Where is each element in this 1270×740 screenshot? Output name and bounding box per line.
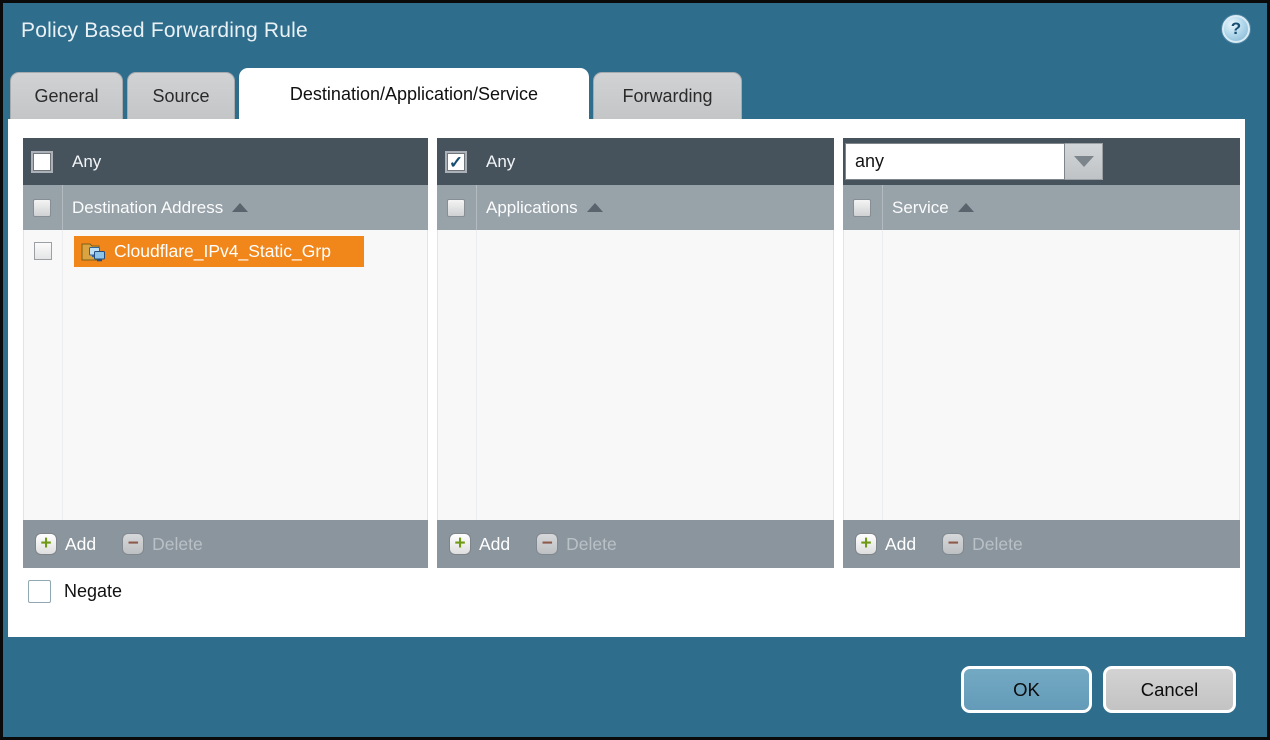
applications-select-all-checkbox[interactable] <box>447 199 465 217</box>
add-button[interactable]: + Add <box>35 533 96 555</box>
destination-address-header-row: Destination Address <box>23 185 428 230</box>
service-header-row: Service <box>843 185 1240 230</box>
sort-ascending-icon <box>958 203 974 212</box>
destination-address-list: Cloudflare_IPv4_Static_Grp <box>23 230 428 520</box>
negate-label: Negate <box>64 581 122 602</box>
row-checkbox[interactable] <box>34 242 52 260</box>
tab-forwarding[interactable]: Forwarding <box>593 72 742 119</box>
service-dropdown-button[interactable] <box>1065 143 1103 180</box>
applications-column-header[interactable]: Applications <box>486 198 578 218</box>
applications-toolbar: + Add − Delete <box>437 520 834 568</box>
service-column-header[interactable]: Service <box>892 198 949 218</box>
applications-column: ✓ Any Applications + Add − Delete <box>437 138 834 568</box>
address-group-icon <box>81 241 107 263</box>
add-button[interactable]: + Add <box>449 533 510 555</box>
chevron-down-icon <box>1074 156 1094 167</box>
service-toolbar: + Add − Delete <box>843 520 1240 568</box>
selected-address-group[interactable]: Cloudflare_IPv4_Static_Grp <box>74 236 364 267</box>
destination-address-column-header[interactable]: Destination Address <box>72 198 223 218</box>
destination-select-all-checkbox[interactable] <box>33 199 51 217</box>
dialog-title: Policy Based Forwarding Rule <box>21 19 308 43</box>
applications-any-label: Any <box>486 152 515 172</box>
applications-any-bar: ✓ Any <box>437 138 834 185</box>
service-list <box>843 230 1240 520</box>
destination-address-column: Any Destination Address <box>23 138 428 568</box>
add-icon: + <box>35 533 57 555</box>
delete-icon: − <box>536 533 558 555</box>
tab-source[interactable]: Source <box>127 72 235 119</box>
header-divider <box>882 185 883 230</box>
destination-any-bar: Any <box>23 138 428 185</box>
sort-ascending-icon <box>232 203 248 212</box>
table-row: Cloudflare_IPv4_Static_Grp <box>24 236 427 267</box>
destination-any-label: Any <box>72 152 101 172</box>
delete-button[interactable]: − Delete <box>942 533 1023 555</box>
service-column: any Service + Add <box>843 138 1240 568</box>
applications-list <box>437 230 834 520</box>
header-divider <box>62 185 63 230</box>
delete-button[interactable]: − Delete <box>122 533 203 555</box>
sort-ascending-icon <box>587 203 603 212</box>
cancel-button[interactable]: Cancel <box>1103 666 1236 713</box>
pbf-rule-dialog: Policy Based Forwarding Rule ? General S… <box>0 0 1270 740</box>
tab-destination-application-service[interactable]: Destination/Application/Service <box>239 68 589 119</box>
delete-icon: − <box>122 533 144 555</box>
negate-option: Negate <box>28 580 122 603</box>
tab-bar: General Source Destination/Application/S… <box>10 68 742 119</box>
help-icon[interactable]: ? <box>1222 15 1250 43</box>
tab-general[interactable]: General <box>10 72 123 119</box>
add-icon: + <box>855 533 877 555</box>
ok-button[interactable]: OK <box>961 666 1092 713</box>
column-divider <box>62 230 63 520</box>
negate-checkbox[interactable] <box>28 580 51 603</box>
delete-button[interactable]: − Delete <box>536 533 617 555</box>
service-select-all-checkbox[interactable] <box>853 199 871 217</box>
header-divider <box>476 185 477 230</box>
destination-any-checkbox[interactable] <box>33 153 51 171</box>
address-group-name: Cloudflare_IPv4_Static_Grp <box>114 241 331 262</box>
applications-any-checkbox[interactable]: ✓ <box>447 153 465 171</box>
service-dropdown: any <box>845 143 1103 180</box>
applications-header-row: Applications <box>437 185 834 230</box>
destination-address-toolbar: + Add − Delete <box>23 520 428 568</box>
service-dropdown-value[interactable]: any <box>845 143 1065 180</box>
service-dropdown-bar: any <box>843 138 1240 185</box>
delete-icon: − <box>942 533 964 555</box>
tab-content-panel: Any Destination Address <box>8 119 1245 637</box>
add-button[interactable]: + Add <box>855 533 916 555</box>
column-divider <box>882 230 883 520</box>
column-divider <box>476 230 477 520</box>
add-icon: + <box>449 533 471 555</box>
